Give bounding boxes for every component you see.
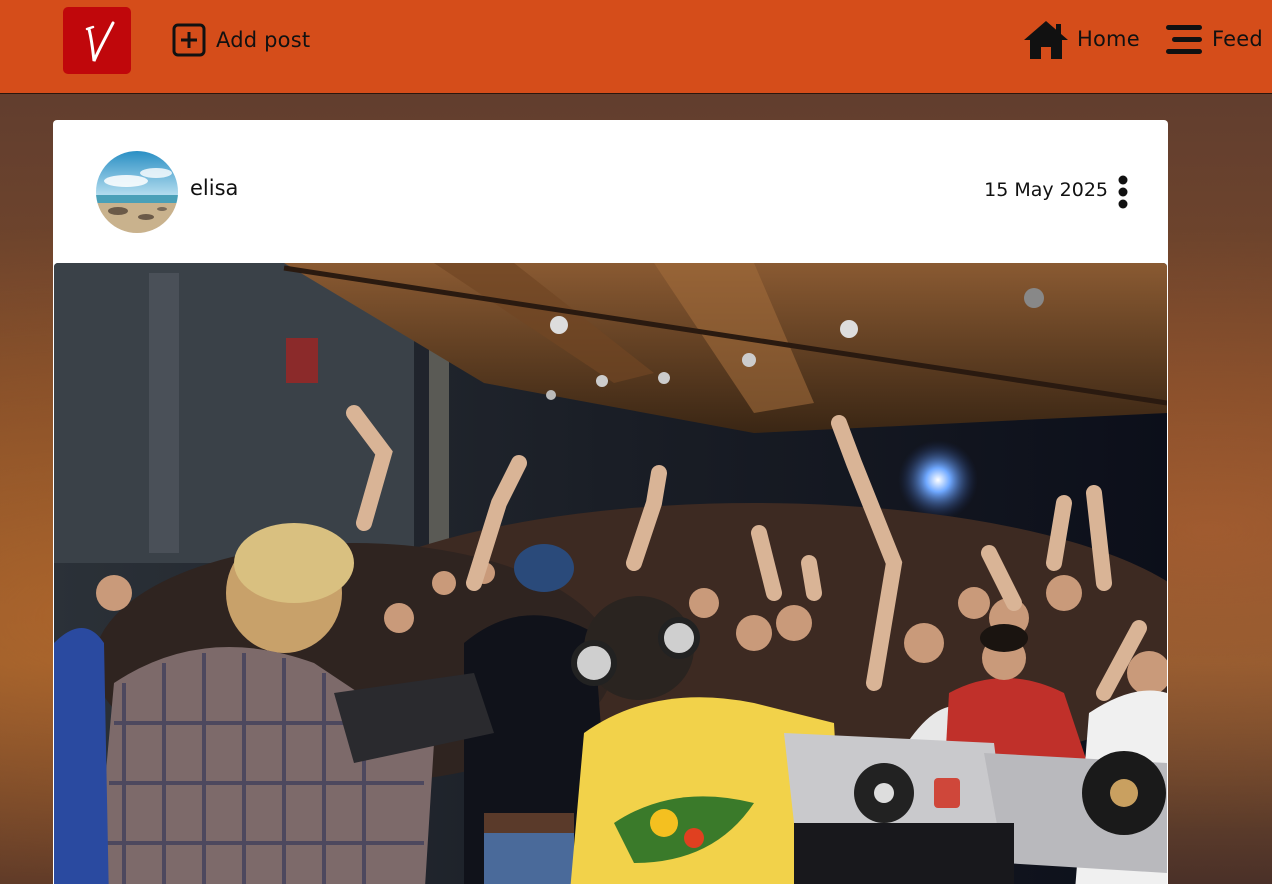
navbar: Add post Home Feed [0,0,1272,94]
vertical-dots-icon [1118,175,1128,209]
post-options-button[interactable] [1116,174,1130,210]
home-icon [1024,21,1068,59]
beach-landscape-avatar [96,151,178,233]
logo-v-icon [85,21,115,62]
author-username[interactable]: elisa [190,176,238,200]
nav-home-label: Home [1077,27,1140,51]
post-image [54,263,1167,884]
post-date: 15 May 2025 [984,179,1108,201]
author-avatar[interactable] [96,151,178,233]
plus-square-icon [172,23,206,57]
nav-feed-label: Feed [1212,27,1263,51]
post-card: elisa 15 May 2025 [53,120,1168,884]
nav-home-link[interactable]: Home [1023,18,1140,60]
menu-lines-icon [1166,25,1202,54]
nav-feed-link[interactable]: Feed [1164,18,1263,60]
dj-party-crowd-photo [54,263,1167,884]
add-post-link[interactable]: Add post [172,22,310,58]
site-logo[interactable] [63,7,131,74]
add-post-label: Add post [216,28,311,52]
